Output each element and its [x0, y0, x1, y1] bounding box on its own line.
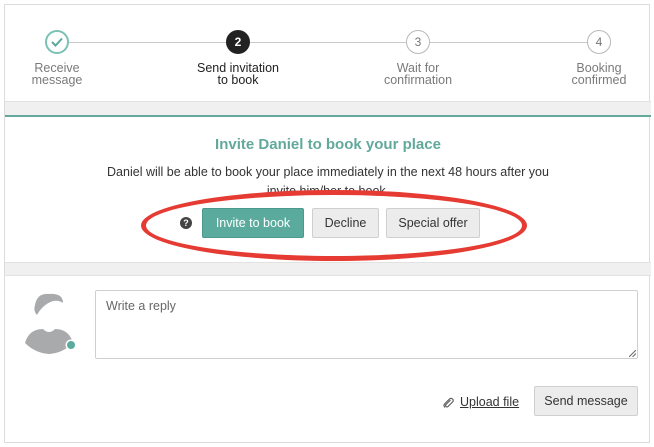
step-receive-message: Receive message	[0, 30, 117, 86]
paperclip-icon	[443, 397, 454, 408]
invite-description: Daniel will be able to book your place i…	[107, 165, 549, 198]
send-message-button[interactable]: Send message	[534, 386, 638, 416]
section-divider	[5, 262, 651, 276]
user-avatar-icon	[23, 291, 77, 359]
step-label: Booking confirmed	[571, 61, 627, 87]
progress-stepper: Receive message 2 Send invitation to boo…	[5, 5, 651, 101]
special-offer-button[interactable]: Special offer	[386, 208, 480, 238]
booking-request-panel: Receive message 2 Send invitation to boo…	[4, 4, 651, 443]
resize-handle-icon[interactable]	[629, 350, 636, 357]
step-booking-confirmed: 4 Booking confirmed	[539, 30, 654, 86]
decline-button[interactable]: Decline	[312, 208, 379, 238]
step-label: Wait for confirmation	[383, 61, 453, 87]
section-divider	[5, 101, 651, 115]
check-icon	[45, 30, 69, 54]
step-number: 2	[226, 30, 250, 54]
invite-title: Invite Daniel to book your place	[215, 136, 441, 153]
step-label: Receive message	[31, 61, 83, 87]
invite-actions: ? Invite to book Decline Special offer	[5, 208, 651, 238]
upload-file-label[interactable]: Upload file	[460, 395, 519, 409]
step-number: 3	[406, 30, 430, 54]
stepper-track	[57, 42, 599, 43]
question-icon[interactable]: ?	[180, 217, 192, 229]
upload-file-link[interactable]: Upload file	[442, 395, 519, 409]
step-send-invitation: 2 Send invitation to book	[178, 30, 298, 86]
step-number: 4	[587, 30, 611, 54]
step-wait-confirmation: 3 Wait for confirmation	[358, 30, 478, 86]
invite-section: Invite Daniel to book your place Daniel …	[5, 117, 651, 262]
online-status-dot	[67, 341, 75, 349]
invite-to-book-button[interactable]: Invite to book	[202, 208, 304, 238]
step-label: Send invitation to book	[196, 61, 279, 87]
reply-textarea[interactable]	[95, 290, 638, 359]
